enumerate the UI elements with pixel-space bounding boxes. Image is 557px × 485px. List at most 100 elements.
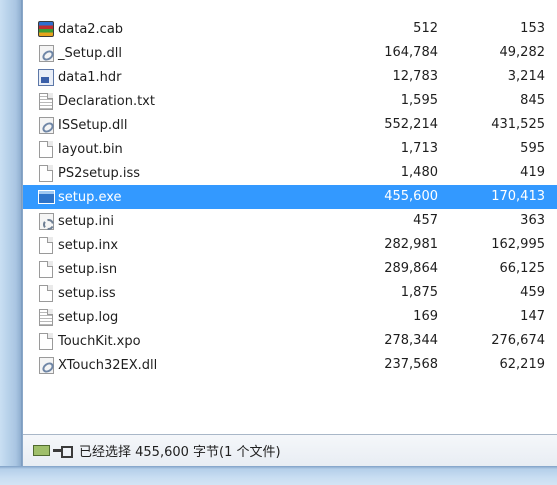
hdr-file-icon (37, 68, 55, 86)
file-name-cell: setup.iss (37, 281, 116, 305)
file-size: 164,784 (384, 45, 438, 60)
file-size: 237,568 (384, 357, 438, 372)
window-frame-bottom (0, 466, 557, 485)
generic-file-icon (37, 164, 55, 182)
archive-status-icon (33, 445, 50, 456)
file-row[interactable]: data2.cab 512 153 (23, 17, 557, 41)
file-row[interactable]: ISSetup.dll 552,214 431,525 (23, 113, 557, 137)
file-row[interactable]: setup.log 169 147 (23, 305, 557, 329)
file-name-cell: TouchKit.xpo (37, 329, 141, 353)
file-row[interactable]: setup.isn 289,864 66,125 (23, 257, 557, 281)
file-packed-size: 459 (520, 285, 545, 300)
file-size: 1,595 (400, 93, 438, 108)
cab-archive-icon (37, 20, 55, 38)
file-name-cell: data1.hdr (37, 65, 122, 89)
file-name-cell: setup.inx (37, 233, 118, 257)
file-packed-size: 162,995 (491, 237, 545, 252)
file-name: setup.iss (58, 285, 116, 301)
dll-file-icon-glyph (38, 116, 54, 134)
file-packed-size: 170,413 (491, 189, 545, 204)
file-packed-size: 845 (520, 93, 545, 108)
generic-file-icon-glyph (39, 164, 53, 182)
file-name-cell: PS2setup.iss (37, 161, 140, 185)
generic-file-icon-glyph (39, 140, 53, 158)
file-name-cell: setup.exe (37, 185, 122, 209)
dll-file-icon (37, 356, 55, 374)
generic-file-icon (37, 236, 55, 254)
file-name-cell: ISSetup.dll (37, 113, 128, 137)
cab-archive-icon-glyph (38, 21, 54, 37)
file-name: setup.ini (58, 213, 114, 229)
generic-file-icon (37, 284, 55, 302)
file-name: XTouch32EX.dll (58, 357, 158, 373)
file-size: 289,864 (384, 261, 438, 276)
drive-status-icon (53, 445, 73, 458)
file-packed-size: 153 (520, 21, 545, 36)
file-row[interactable]: setup.inx 282,981 162,995 (23, 233, 557, 257)
file-row[interactable]: data1.hdr 12,783 3,214 (23, 65, 557, 89)
file-row[interactable]: layout.bin 1,713 595 (23, 137, 557, 161)
file-size: 455,600 (384, 189, 438, 204)
hdr-file-icon-glyph (38, 68, 54, 86)
file-packed-size: 363 (520, 213, 545, 228)
file-name: ISSetup.dll (58, 117, 128, 133)
exe-file-icon-glyph (37, 190, 55, 204)
generic-file-icon-glyph (39, 260, 53, 278)
file-name-cell: layout.bin (37, 137, 123, 161)
file-packed-size: 431,525 (491, 117, 545, 132)
file-size: 512 (413, 21, 438, 36)
file-row[interactable]: setup.exe 455,600 170,413 (23, 185, 557, 209)
file-packed-size: 62,219 (499, 357, 546, 372)
file-size: 1,480 (400, 165, 438, 180)
text-file-icon-glyph (39, 308, 53, 326)
generic-file-icon (37, 140, 55, 158)
file-packed-size: 276,674 (491, 333, 545, 348)
file-size: 552,214 (384, 117, 438, 132)
file-name: PS2setup.iss (58, 165, 141, 181)
file-name-cell: data2.cab (37, 17, 123, 41)
file-name-cell: Declaration.txt (37, 89, 155, 113)
dll-file-icon (37, 116, 55, 134)
file-name: data1.hdr (58, 69, 122, 85)
window-frame-left (0, 0, 22, 485)
file-row[interactable]: _Setup.dll 164,784 49,282 (23, 41, 557, 65)
file-row[interactable]: setup.ini 457 363 (23, 209, 557, 233)
file-row[interactable]: setup.iss 1,875 459 (23, 281, 557, 305)
file-packed-size: 419 (520, 165, 545, 180)
exe-file-icon (37, 188, 55, 206)
status-text: 已经选择 455,600 字节(1 个文件) (79, 445, 281, 460)
generic-file-icon-glyph (39, 332, 53, 350)
file-list[interactable]: data2.cab 512 153 _Setup.dll 164,784 49,282 da… (23, 0, 557, 434)
file-size: 278,344 (384, 333, 438, 348)
file-name: TouchKit.xpo (58, 333, 141, 349)
file-packed-size: 49,282 (499, 45, 546, 60)
file-name-cell: setup.ini (37, 209, 114, 233)
file-row[interactable]: XTouch32EX.dll 237,568 62,219 (23, 353, 557, 377)
file-name: Declaration.txt (58, 93, 155, 109)
file-row[interactable]: PS2setup.iss 1,480 419 (23, 161, 557, 185)
generic-file-icon-glyph (39, 284, 53, 302)
ini-settings-icon (37, 212, 55, 230)
ini-settings-icon-glyph (38, 212, 54, 230)
file-size: 1,875 (400, 285, 438, 300)
file-name: setup.inx (58, 237, 119, 253)
file-name: setup.log (58, 309, 119, 325)
file-name: setup.exe (58, 189, 122, 205)
file-packed-size: 595 (520, 141, 545, 156)
file-row[interactable]: Declaration.txt 1,595 845 (23, 89, 557, 113)
generic-file-icon (37, 332, 55, 350)
file-packed-size: 66,125 (499, 261, 546, 276)
file-name-cell: setup.isn (37, 257, 117, 281)
text-file-icon (37, 308, 55, 326)
file-row[interactable]: TouchKit.xpo 278,344 276,674 (23, 329, 557, 353)
file-name-cell: setup.log (37, 305, 118, 329)
status-bar: 已经选择 455,600 字节(1 个文件) (23, 434, 557, 466)
file-name: data2.cab (58, 21, 124, 37)
file-size: 12,783 (392, 69, 439, 84)
file-name-cell: _Setup.dll (37, 41, 122, 65)
file-packed-size: 3,214 (507, 69, 545, 84)
file-size: 1,713 (400, 141, 438, 156)
file-size: 169 (413, 309, 438, 324)
file-name: _Setup.dll (58, 45, 122, 61)
archive-window: data2.cab 512 153 _Setup.dll 164,784 49,282 da… (22, 0, 557, 466)
